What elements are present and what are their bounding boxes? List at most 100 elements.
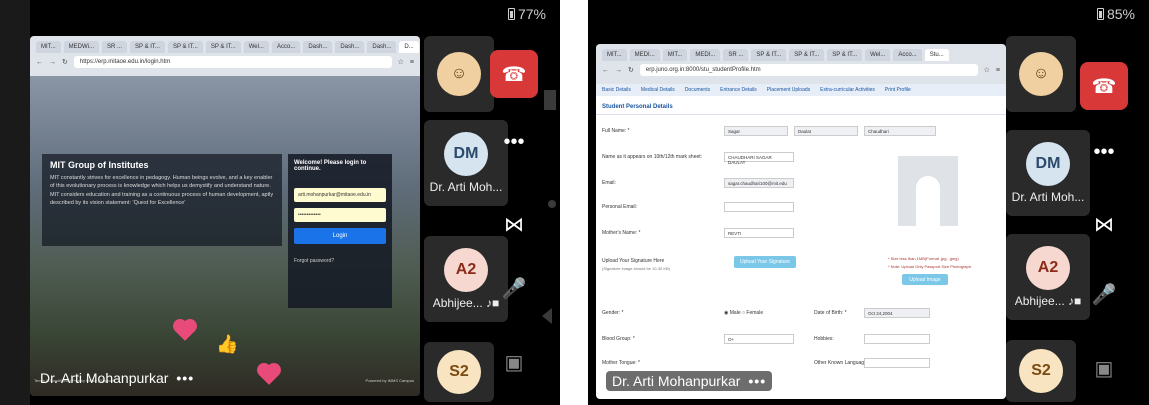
profile-nav: Basic Details Medical Details Documents Ent… (596, 84, 1006, 96)
browser-tabs: MIT... MEDI... MIT... MEDI... SR ... SP & IT.… (596, 44, 1006, 61)
browser-tab[interactable]: Dash... (303, 41, 333, 53)
student-profile-page: Basic Details Medical Details Documents Ent… (596, 84, 1006, 399)
back-icon[interactable]: ← (602, 67, 609, 74)
gender-options[interactable]: ◉ Male ○ Female (724, 310, 763, 316)
middle-name-field[interactable]: Daulat (794, 126, 858, 136)
back-arrow-icon[interactable] (542, 308, 552, 324)
gender-label: Gender: * (602, 310, 624, 316)
username-input[interactable]: arti.mohanpurkar@mitaoe.edu.in (294, 188, 386, 202)
more-options-icon[interactable]: ••• (176, 370, 194, 386)
nav-dot[interactable] (548, 200, 556, 208)
profile-nav-item[interactable]: Basic Details (602, 87, 631, 93)
browser-tab[interactable]: SP & IT... (205, 41, 241, 53)
browser-tab[interactable]: SR ... (102, 41, 128, 53)
participant-tile-s2[interactable]: S2 (1006, 340, 1076, 402)
upload-image-button[interactable]: Upload Image (902, 274, 948, 285)
browser-tab[interactable]: MIT... (662, 49, 688, 61)
browser-tab[interactable]: SP & IT... (167, 41, 203, 53)
profile-photo (898, 156, 958, 226)
full-name-label: Full Name: * (602, 128, 630, 134)
browser-tab[interactable]: SP & IT... (751, 49, 787, 61)
forward-icon[interactable]: → (615, 67, 622, 74)
personal-email-field[interactable] (724, 202, 794, 212)
upload-signature-button[interactable]: Upload Your Signature (734, 256, 796, 268)
end-call-button[interactable]: ☎ (490, 50, 538, 98)
back-icon[interactable]: ← (36, 59, 43, 66)
browser-tab[interactable]: MEDI... (629, 49, 660, 61)
address-bar[interactable]: https://erp.mitaoe.edu.in/login.htm (73, 56, 392, 68)
blood-group-select[interactable]: O+ (724, 334, 794, 344)
mothers-name-field[interactable]: REVTI (724, 228, 794, 238)
forgot-password-link[interactable]: Forgot password? (294, 258, 386, 264)
dob-field[interactable]: Oct 24,2004 (864, 308, 930, 318)
star-icon[interactable]: ☆ (398, 58, 404, 66)
browser-tab[interactable]: Stu... (924, 49, 949, 61)
participant-tile-s2[interactable]: S2 (424, 342, 494, 402)
org-description: MIT constantly strives for excellence in… (50, 175, 274, 206)
bluetooth-icon[interactable]: ⋈ (1080, 200, 1128, 248)
browser-tab[interactable]: Dash... (335, 41, 365, 53)
participant-tile-dm[interactable]: DM Dr. Arti Moh... (1006, 130, 1090, 216)
password-input[interactable]: ••••••••••••• (294, 208, 386, 222)
marksheet-name-field[interactable]: CHAUDHARI SAGAR DAULAT (724, 152, 794, 165)
browser-tab[interactable]: Acco... (893, 49, 922, 61)
gender-male: Male (729, 310, 741, 316)
first-name-field[interactable]: Sagar (724, 126, 788, 136)
browser-tab[interactable]: Wel... (865, 49, 891, 61)
browser-tab[interactable]: SP & IT... (130, 41, 165, 53)
participant-tile-photo[interactable]: ☺ (1006, 36, 1076, 112)
browser-tab[interactable]: Wel... (243, 41, 269, 53)
star-icon[interactable]: ☆ (984, 66, 990, 74)
more-button[interactable]: ••• (490, 118, 538, 166)
avatar: DM (1026, 142, 1070, 186)
silhouette-icon (916, 176, 940, 226)
camera-off-icon[interactable]: ▣ (490, 338, 538, 386)
bluetooth-icon[interactable]: ⋈ (490, 200, 538, 248)
browser-tab[interactable]: D... (399, 41, 419, 53)
profile-nav-item[interactable]: Print Profile (885, 87, 911, 93)
browser-tab[interactable]: Dash... (367, 41, 397, 53)
mic-off-icon[interactable]: 🎤 (490, 264, 538, 312)
browser-tab[interactable]: MEDI... (690, 49, 721, 61)
mic-off-icon[interactable]: 🎤 (1080, 270, 1128, 318)
participant-tile-photo[interactable]: ☺ (424, 36, 494, 112)
radio-male-icon[interactable]: ◉ (724, 310, 728, 316)
browser-tab[interactable]: Acco... (271, 41, 301, 53)
reload-icon[interactable]: ↻ (62, 58, 68, 66)
address-bar[interactable]: erp.juno.org.in:8000/stu_studentProfile.… (639, 64, 978, 76)
more-button[interactable]: ••• (1080, 128, 1128, 176)
menu-icon[interactable]: ≡ (410, 59, 414, 66)
browser-tab[interactable]: SR ... (723, 49, 749, 61)
hobbies-field[interactable] (864, 334, 930, 344)
camera-off-icon[interactable]: ▣ (1080, 344, 1128, 392)
end-call-button[interactable]: ☎ (1080, 62, 1128, 110)
menu-icon[interactable]: ≡ (996, 67, 1000, 74)
more-options-icon[interactable]: ••• (748, 373, 766, 389)
email-field[interactable]: sagar.chaudhari100@mit.edu (724, 178, 794, 188)
shared-screen-tile[interactable]: MIT... MEDWi... SR ... SP & IT... SP & IT...… (30, 36, 420, 396)
photo-note-size: * Size less than 1MB(Format .jpg, .jpeg) (888, 256, 959, 261)
profile-nav-item[interactable]: Medical Details (641, 87, 675, 93)
section-title: Student Personal Details (596, 96, 1006, 115)
login-button[interactable]: Login (294, 228, 386, 244)
forward-icon[interactable]: → (49, 59, 56, 66)
presenter-name: Dr. Arti Mohanpurkar (40, 370, 169, 386)
browser-tab[interactable]: SP & IT... (789, 49, 825, 61)
browser-tab[interactable]: MIT... (602, 49, 627, 61)
profile-nav-item[interactable]: Extra-curricular Activities (820, 87, 875, 93)
profile-nav-item[interactable]: Documents (685, 87, 710, 93)
browser-tab[interactable]: MIT... (36, 41, 61, 53)
scroll-handle[interactable] (544, 90, 556, 110)
last-name-field[interactable]: Chaudhari (864, 126, 936, 136)
other-language-field[interactable] (864, 358, 930, 368)
profile-nav-item[interactable]: Placement Uploads (767, 87, 810, 93)
presenter-name: Dr. Arti Mohanpurkar (612, 373, 741, 389)
browser-tab[interactable]: SP & IT... (827, 49, 863, 61)
blood-group-label: Blood Group: * (602, 336, 635, 342)
reload-icon[interactable]: ↻ (628, 66, 634, 74)
shared-screen-tile[interactable]: MIT... MEDI... MIT... MEDI... SR ... SP & IT.… (596, 44, 1006, 399)
profile-nav-item[interactable]: Entrance Details (720, 87, 757, 93)
browser-tab[interactable]: MEDWi... (63, 41, 100, 53)
radio-female-icon[interactable]: ○ (742, 310, 745, 316)
participant-tile-a2[interactable]: A2 Abhijee... ♪■ (1006, 234, 1090, 320)
